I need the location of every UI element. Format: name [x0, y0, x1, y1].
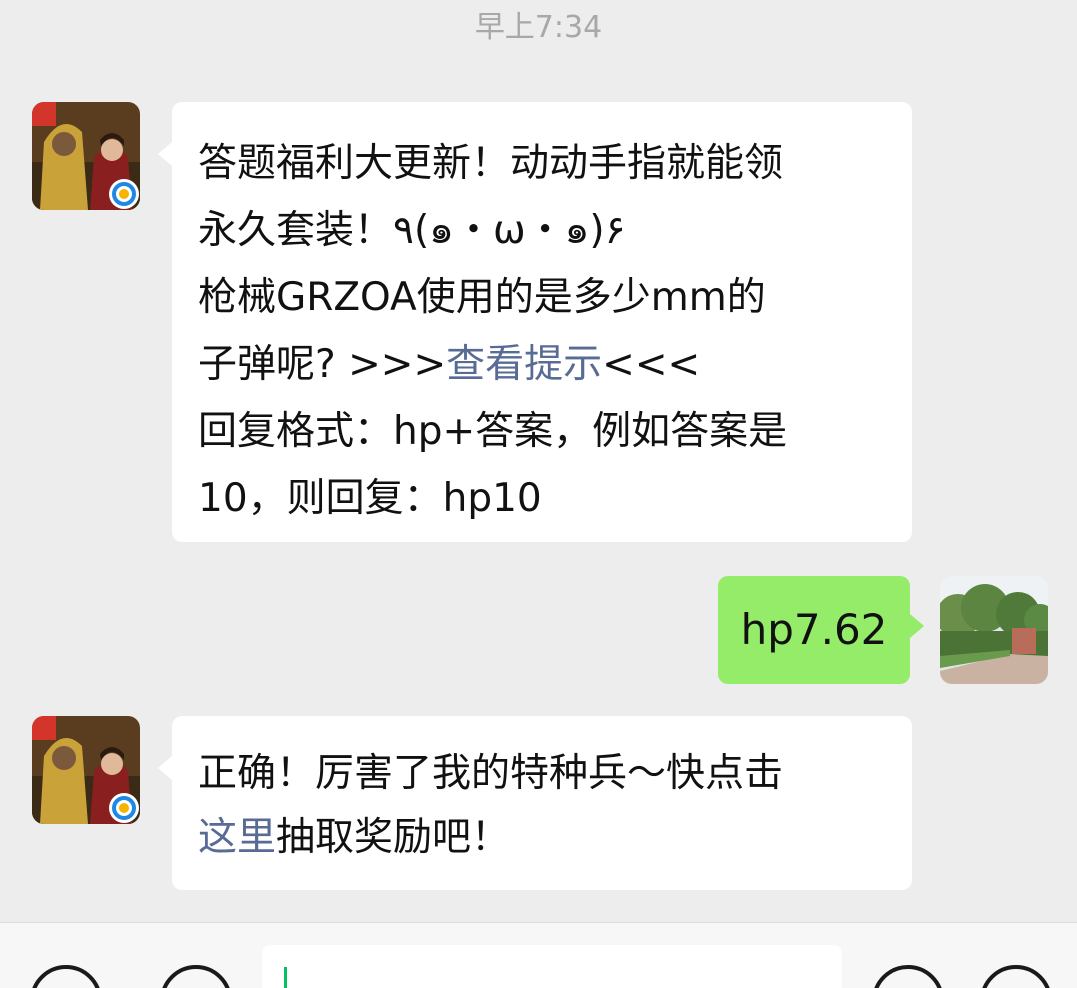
message-line: 正确！厉害了我的特种兵～快点击: [198, 751, 784, 796]
text-caret: [284, 967, 287, 988]
message-line: 10，则回复：hp10: [198, 476, 542, 521]
message-line: 这里抽取奖励吧！: [198, 806, 912, 870]
plus-icon[interactable]: [980, 965, 1052, 988]
message-text: 抽取奖励吧！: [276, 815, 511, 860]
message-text: <<<: [602, 342, 701, 387]
message-input[interactable]: [262, 945, 842, 988]
message-timestamp: 早上7:34: [474, 10, 603, 45]
game-avatar-icon[interactable]: [32, 102, 140, 210]
message-line: 枪械GRZOA使用的是多少mm的: [198, 275, 766, 320]
message-line: 永久套装！٩(๑・ω・๑)۶: [198, 208, 626, 253]
message-line: 回复格式：hp+答案，例如答案是: [198, 409, 788, 454]
message-bubble-1[interactable]: 答题福利大更新！动动手指就能领 永久套装！٩(๑・ω・๑)۶ 枪械GRZOA使用…: [158, 102, 912, 542]
emoji-icon[interactable]: [872, 965, 944, 988]
message-bubble-3[interactable]: 正确！厉害了我的特种兵～快点击 这里抽取奖励吧！: [158, 716, 912, 890]
message-line: 答题福利大更新！动动手指就能领: [198, 141, 784, 186]
user-avatar-icon[interactable]: [940, 576, 1048, 684]
hint-link[interactable]: 查看提示: [446, 342, 602, 387]
chat-input-bar: [0, 922, 1077, 988]
message-text: 子弹呢? >>>: [198, 342, 447, 387]
message-bubble-2[interactable]: hp7.62: [718, 576, 924, 684]
voice-icon[interactable]: [30, 965, 102, 988]
keyboard-toggle-icon[interactable]: [160, 965, 232, 988]
message-line: 子弹呢? >>>查看提示<<<: [198, 331, 912, 398]
reward-link[interactable]: 这里: [198, 815, 276, 860]
message-line: hp7.62: [740, 605, 888, 654]
game-avatar-icon[interactable]: [32, 716, 140, 824]
